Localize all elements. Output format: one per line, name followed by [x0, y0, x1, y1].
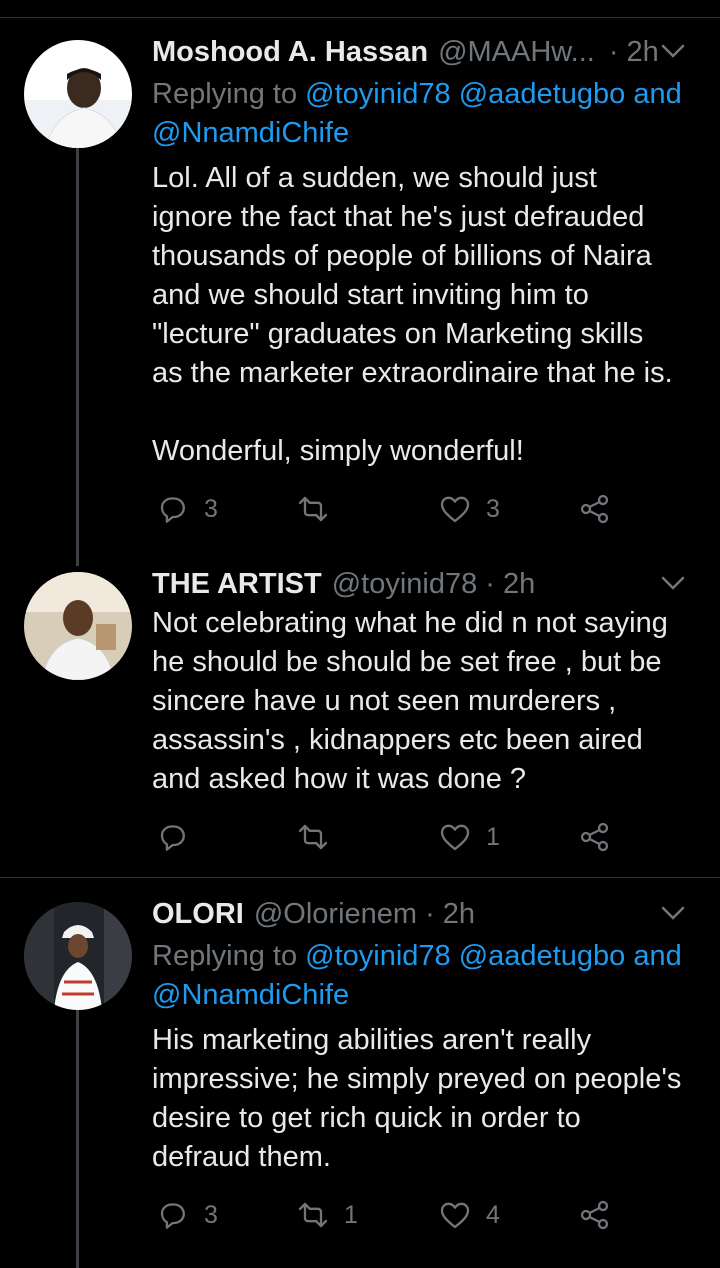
like-icon — [440, 1202, 470, 1229]
like-icon — [440, 496, 470, 523]
action-bar: 1 — [152, 817, 622, 857]
timestamp[interactable]: · 2h — [425, 898, 475, 931]
like-count: 4 — [486, 1200, 500, 1229]
share-icon — [580, 1200, 609, 1230]
reply-button[interactable]: 3 — [156, 489, 218, 529]
replying-to: Replying to @toyinid78 @aadetugbo and @N… — [152, 940, 682, 1011]
retweet-count: 1 — [344, 1200, 358, 1229]
like-count: 3 — [486, 494, 500, 523]
chevron-down-icon[interactable] — [658, 898, 688, 928]
action-bar: 3 3 — [152, 489, 622, 529]
replying-to: Replying to @toyinid78 @aadetugbo and @N… — [152, 78, 682, 149]
reply-mention[interactable]: @NnamdiChife — [152, 979, 349, 1011]
author-handle[interactable]: @toyinid78 — [332, 568, 478, 601]
avatar[interactable] — [24, 902, 132, 1010]
thread-line — [76, 148, 79, 566]
share-button[interactable] — [578, 489, 612, 529]
author-name[interactable]: OLORI — [152, 898, 244, 931]
reply-icon — [160, 825, 185, 851]
author-name[interactable]: Moshood A. Hassan — [152, 36, 428, 69]
like-count: 1 — [486, 822, 500, 851]
reply-button[interactable] — [156, 817, 204, 857]
reply-mentions[interactable]: @toyinid78 @aadetugbo and — [305, 940, 682, 972]
avatar[interactable] — [24, 40, 132, 148]
share-button[interactable] — [578, 817, 612, 857]
reply-count: 3 — [204, 494, 218, 523]
retweet-button[interactable]: 1 — [296, 1195, 358, 1235]
timestamp[interactable]: · 2h — [485, 568, 535, 601]
avatar[interactable] — [24, 572, 132, 680]
share-icon — [580, 494, 609, 524]
tweet-header: Moshood A. Hassan @MAAHw... · 2h — [152, 32, 700, 72]
tweet-divider — [0, 877, 720, 878]
share-icon — [580, 822, 609, 852]
retweet-icon — [298, 1202, 328, 1228]
like-button[interactable]: 3 — [438, 489, 500, 529]
reply-mention[interactable]: @NnamdiChife — [152, 117, 349, 149]
like-button[interactable]: 4 — [438, 1195, 500, 1235]
retweet-button[interactable] — [296, 817, 344, 857]
top-divider — [0, 17, 720, 18]
author-handle[interactable]: @Olorienem — [254, 898, 417, 931]
tweet-header: OLORI @Olorienem · 2h — [152, 894, 700, 934]
tweet-text: Lol. All of a sudden, we should just ign… — [152, 162, 673, 467]
chevron-down-icon[interactable] — [658, 568, 688, 598]
author-name[interactable]: THE ARTIST — [152, 568, 322, 601]
retweet-icon — [298, 824, 328, 850]
reply-mentions[interactable]: @toyinid78 @aadetugbo and — [305, 78, 682, 110]
retweet-button[interactable] — [296, 489, 344, 529]
tweet-text: Not celebrating what he did n not saying… — [152, 607, 668, 795]
like-icon — [440, 824, 470, 851]
action-bar: 3 1 4 — [152, 1195, 622, 1235]
tweet-header: THE ARTIST @toyinid78 · 2h — [152, 564, 700, 604]
chevron-down-icon[interactable] — [658, 36, 688, 66]
reply-icon — [160, 497, 185, 523]
reply-count: 3 — [204, 1200, 218, 1229]
timestamp[interactable]: · 2h — [609, 36, 659, 69]
thread-line — [76, 1010, 79, 1268]
retweet-icon — [298, 496, 328, 522]
share-button[interactable] — [578, 1195, 612, 1235]
like-button[interactable]: 1 — [438, 817, 500, 857]
tweet-text: His marketing abilities aren't really im… — [152, 1024, 682, 1173]
author-handle[interactable]: @MAAHw... — [438, 36, 595, 69]
reply-icon — [160, 1203, 185, 1229]
reply-button[interactable]: 3 — [156, 1195, 218, 1235]
